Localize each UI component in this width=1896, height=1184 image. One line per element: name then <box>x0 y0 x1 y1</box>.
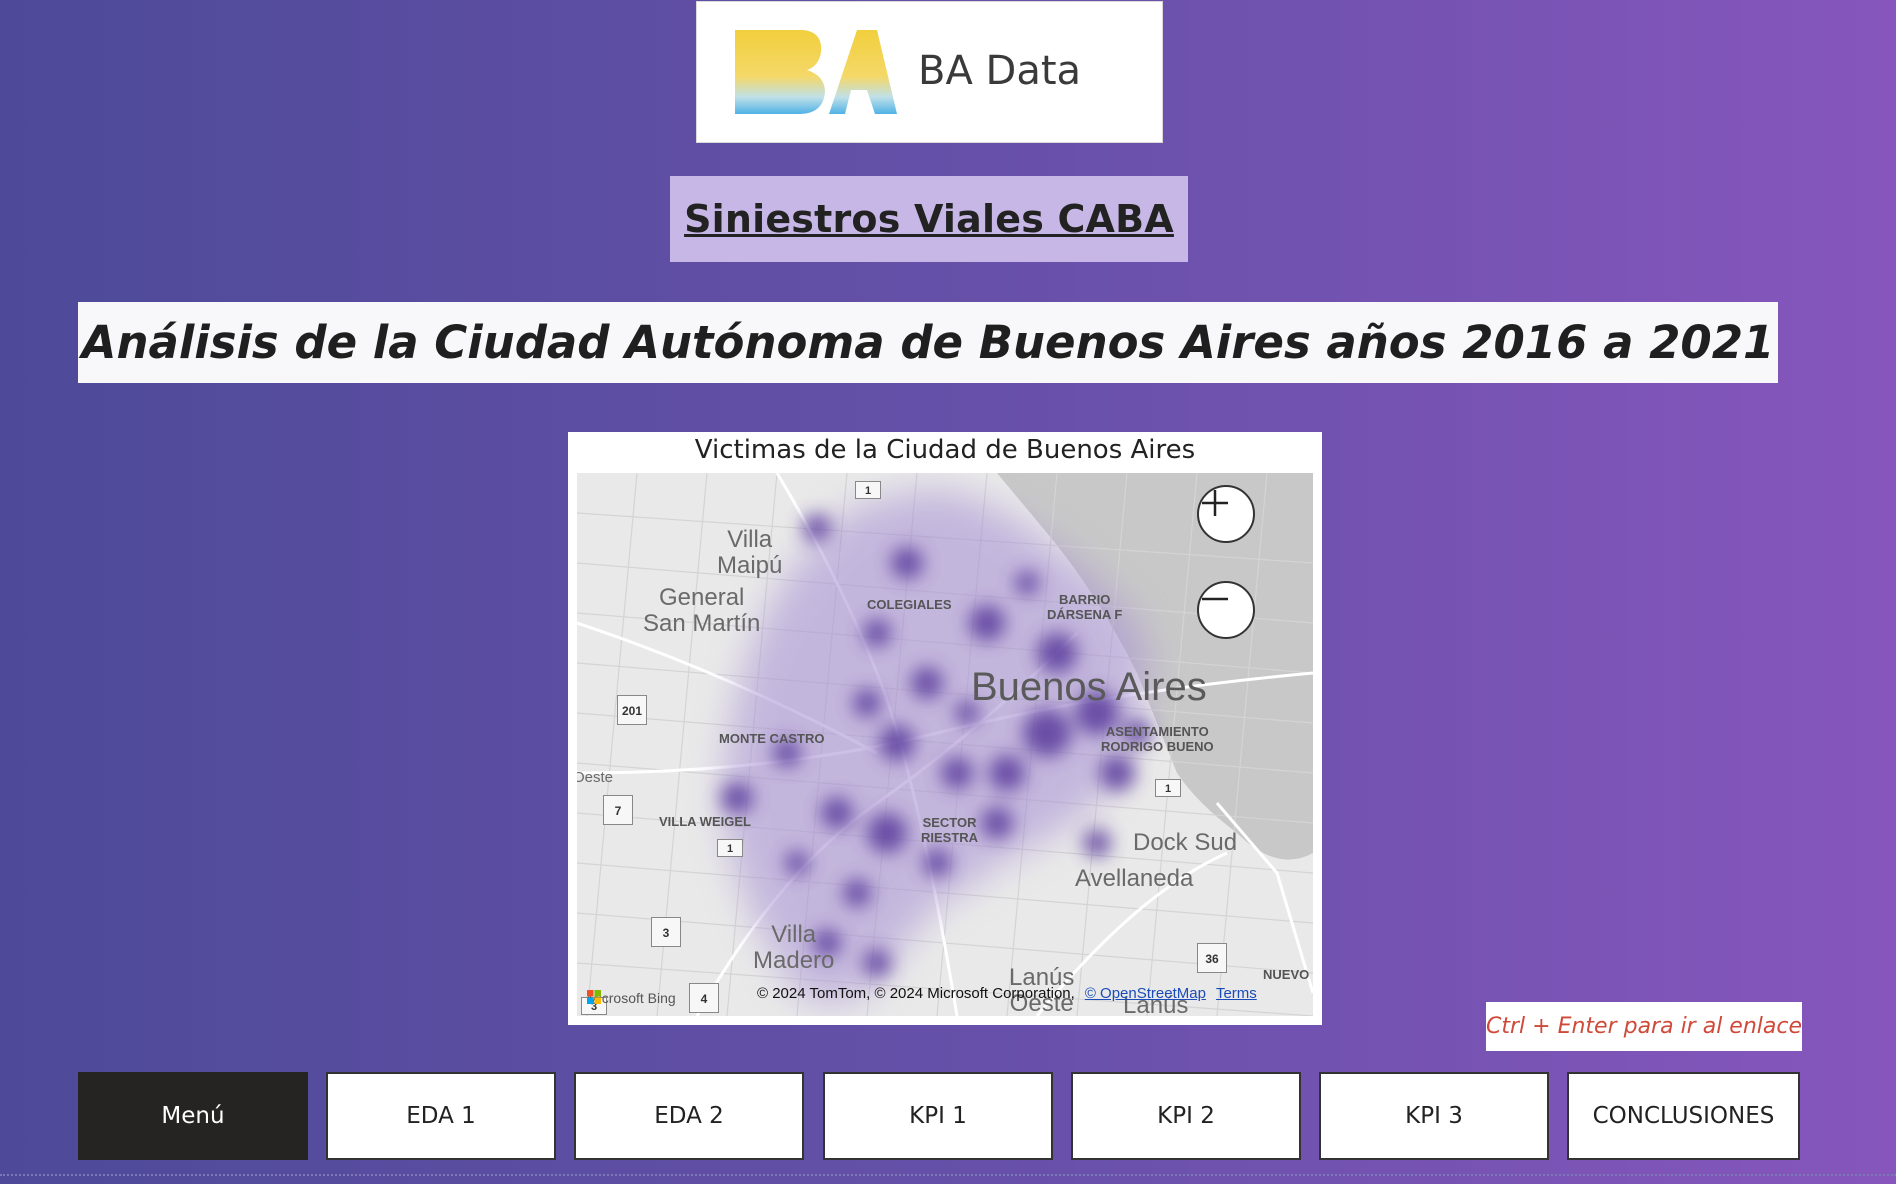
tooltip-text: Ctrl + Enter para ir al enlace <box>1486 1014 1803 1039</box>
page-bottom-divider <box>0 1174 1896 1176</box>
zoom-in-button[interactable] <box>1197 485 1255 543</box>
road-shield: 201 <box>617 695 647 725</box>
logo-panel: BA Data <box>696 1 1163 143</box>
road-shield: 1 <box>1155 779 1181 797</box>
label-monte-castro: MONTE CASTRO <box>719 731 825 746</box>
label-oeste: Oeste <box>577 769 614 786</box>
label-colegiales: COLEGIALES <box>867 597 952 612</box>
minus-icon <box>1202 597 1228 601</box>
heatmap-map[interactable]: Villa Maipú General San Martín COLEGIALE… <box>577 473 1313 1016</box>
nav-eda2-button[interactable]: EDA 2 <box>574 1072 804 1160</box>
map-attribution: © 2024 TomTom, © 2024 Microsoft Corporat… <box>757 985 1257 1002</box>
label-general-san-martin: General San Martín <box>643 584 761 637</box>
subtitle-text: Siniestros Viales CABA <box>684 197 1174 241</box>
label-villa-madero: Villa Madero <box>753 921 835 974</box>
page-title: Análisis de la Ciudad Autónoma de Buenos… <box>78 302 1778 383</box>
nav-conclusiones-button[interactable]: CONCLUSIONES <box>1567 1072 1800 1160</box>
nav-kpi3-button[interactable]: KPI 3 <box>1319 1072 1549 1160</box>
nav-kpi1-button[interactable]: KPI 1 <box>823 1072 1053 1160</box>
map-title: Victimas de la Ciudad de Buenos Aires <box>694 435 1196 465</box>
nav-kpi2-button[interactable]: KPI 2 <box>1071 1072 1301 1160</box>
label-asentamiento: ASENTAMIENTO RODRIGO BUENO <box>1101 724 1214 754</box>
zoom-out-button[interactable] <box>1197 581 1255 639</box>
road-shield: 7 <box>603 795 633 825</box>
road-shield: 1 <box>717 839 743 857</box>
nav-eda1-button[interactable]: EDA 1 <box>326 1072 556 1160</box>
label-villa-weigel: VILLA WEIGEL <box>659 814 751 829</box>
openstreetmap-link[interactable]: © OpenStreetMap <box>1085 985 1206 1002</box>
road-shield: 3 <box>651 917 681 947</box>
label-buenos-aires: Buenos Aires <box>971 665 1207 709</box>
road-shield: 4 <box>689 983 719 1013</box>
plus-icon <box>1202 490 1228 516</box>
ba-logo-icon <box>735 30 897 114</box>
terms-link[interactable]: Terms <box>1216 985 1257 1002</box>
label-avellaneda: Avellaneda <box>1075 865 1194 892</box>
attribution-text: © 2024 TomTom, © 2024 Microsoft Corporat… <box>757 985 1075 1002</box>
microsoft-logo-icon <box>587 990 601 1004</box>
road-shield: 36 <box>1197 943 1227 973</box>
page-navigator: Menú EDA 1 EDA 2 KPI 1 KPI 2 KPI 3 CONCL… <box>78 1072 1800 1160</box>
page-title-text: Análisis de la Ciudad Autónoma de Buenos… <box>81 316 1775 369</box>
link-tooltip: Ctrl + Enter para ir al enlace <box>1486 1002 1802 1051</box>
label-sector-riestra: SECTOR RIESTRA <box>921 815 979 845</box>
label-nuevo: NUEVO <box>1263 967 1310 982</box>
nav-menu-button[interactable]: Menú <box>78 1072 308 1160</box>
map-visual: Victimas de la Ciudad de Buenos Aires Vi… <box>568 432 1322 1025</box>
bing-attribution: Microsoft Bing <box>587 990 676 1006</box>
label-dock-sud: Dock Sud <box>1133 829 1238 856</box>
road-shield: 1 <box>855 481 881 499</box>
logo-text: BA Data <box>918 48 1082 94</box>
label-barrio-darsena: BARRIO DÁRSENA F <box>1047 592 1123 622</box>
label-villa-maipu: Villa Maipú <box>717 526 783 579</box>
report-subtitle: Siniestros Viales CABA <box>670 176 1188 262</box>
